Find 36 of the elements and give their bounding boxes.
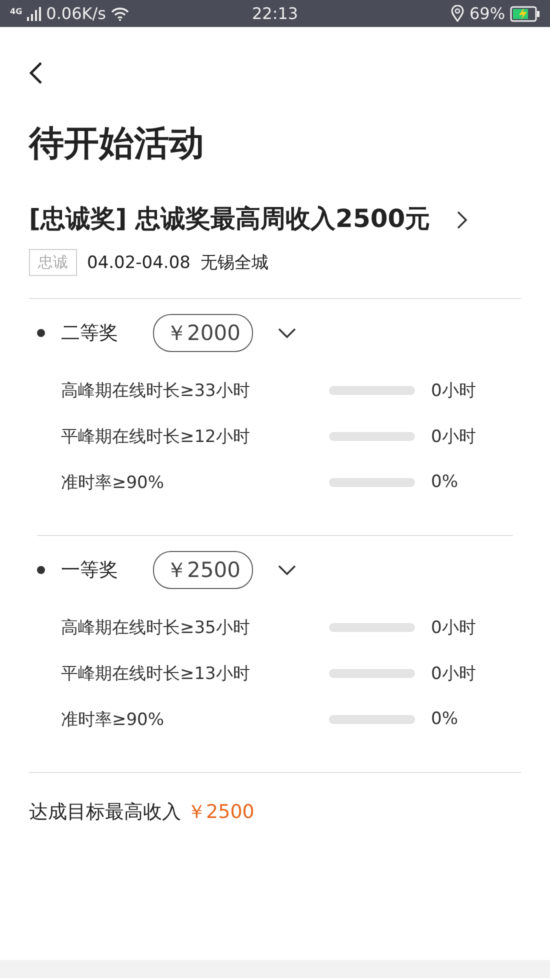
clock: 22:13: [252, 4, 298, 23]
bullet-icon: [37, 566, 45, 574]
activity-tag: 忠诚: [29, 249, 77, 276]
wifi-icon: [110, 6, 129, 20]
battery-charging-icon: [510, 6, 540, 22]
reward-amount: ￥2500: [153, 551, 254, 589]
progress-reading: 0小时: [431, 662, 476, 684]
chevron-down-icon[interactable]: [277, 564, 298, 576]
criterion-label: 平峰期在线时长≥13小时: [61, 662, 251, 684]
criterion-label: 准时率≥90%: [61, 472, 166, 494]
signal-icon: [27, 6, 42, 20]
network-type: 4G: [10, 7, 22, 16]
criterion-label: 高峰期在线时长≥35小时: [61, 616, 251, 638]
date-range: 04.02-04.08: [87, 252, 190, 272]
tier-name: 一等奖: [61, 558, 119, 583]
progress-reading: 0小时: [431, 616, 476, 638]
network-speed: 0.06K/s: [46, 4, 106, 23]
bullet-icon: [37, 329, 45, 337]
reward-amount: ￥2000: [153, 314, 254, 352]
progress-reading: 0%: [431, 472, 458, 492]
criterion-label: 高峰期在线时长≥33小时: [61, 380, 251, 402]
battery-percent: 69%: [469, 4, 506, 23]
progress-reading: 0%: [431, 709, 458, 729]
location-icon: [451, 5, 464, 22]
progress-reading: 0小时: [431, 380, 476, 402]
tier-name: 二等奖: [61, 321, 119, 346]
chevron-down-icon[interactable]: [277, 327, 298, 339]
page-title: 待开始活动: [29, 123, 205, 165]
criterion-label: 平峰期在线时长≥12小时: [61, 426, 251, 448]
back-icon[interactable]: [29, 61, 43, 85]
criterion-label: 准时率≥90%: [61, 708, 166, 730]
activity-title: [忠诚奖] 忠诚奖最高周收入2500元: [29, 203, 432, 235]
max-income-summary: 达成目标最高收入 ￥2500: [29, 800, 256, 825]
chevron-right-icon[interactable]: [456, 210, 468, 230]
progress-reading: 0小时: [431, 426, 476, 448]
city-area: 无锡全城: [200, 251, 268, 274]
